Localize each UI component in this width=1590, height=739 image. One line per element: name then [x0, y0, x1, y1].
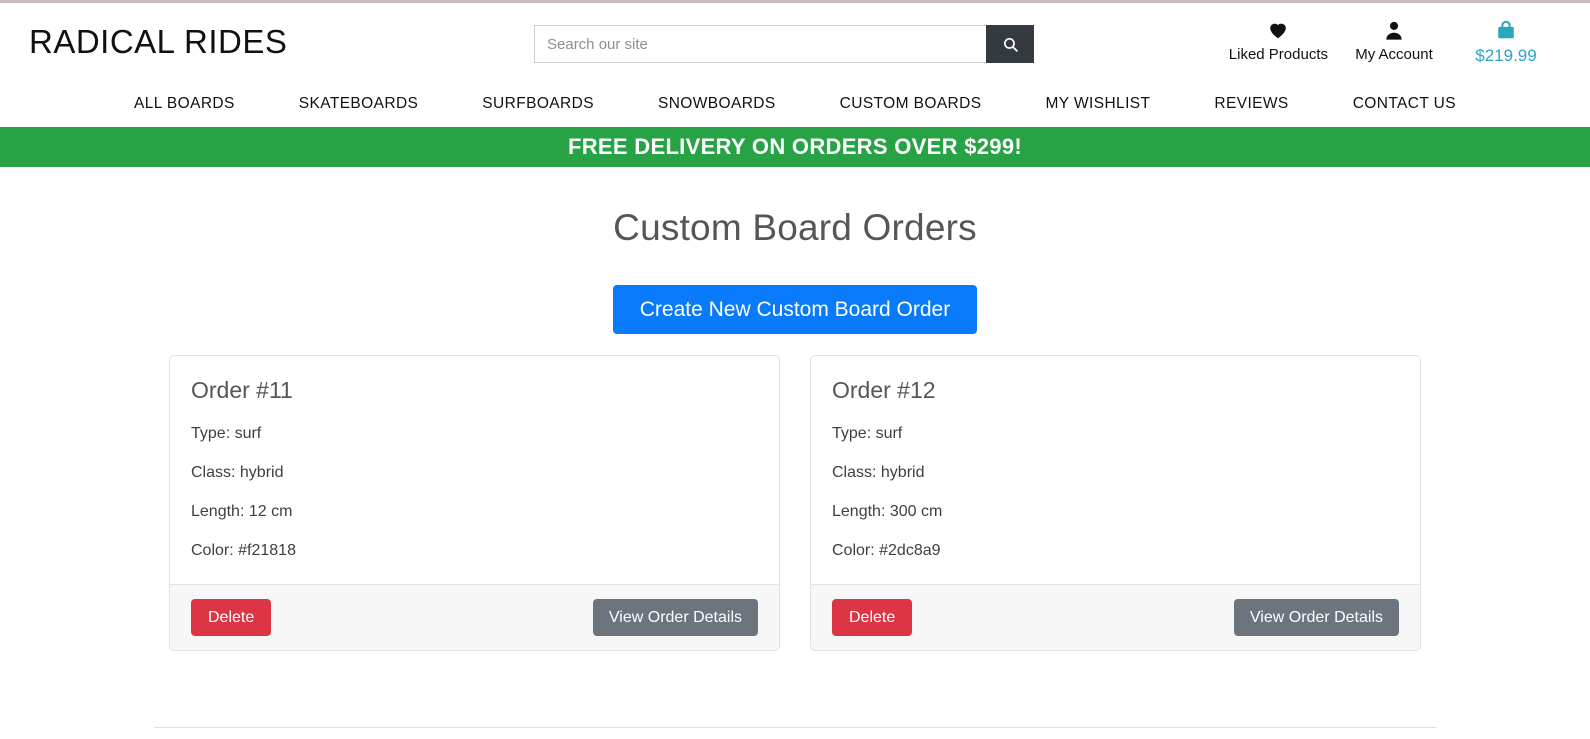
page-root: RADICAL RIDES Liked Product — [0, 0, 1590, 739]
order-card-body: Order #12 Type: surf Class: hybrid Lengt… — [811, 356, 1420, 584]
nav-item-surfboards[interactable]: SURFBOARDS — [450, 95, 626, 113]
order-color: Color: #2dc8a9 — [832, 542, 941, 559]
heart-icon — [1266, 17, 1290, 43]
search-input[interactable] — [534, 25, 986, 63]
my-account-label: My Account — [1355, 46, 1433, 63]
nav-item-snowboards[interactable]: SNOWBOARDS — [626, 95, 808, 113]
nav-item-contact-us[interactable]: CONTACT US — [1321, 95, 1488, 113]
orders-list: Order #11 Type: surf Class: hybrid Lengt… — [169, 355, 1421, 652]
create-order-row: Create New Custom Board Order — [0, 285, 1590, 334]
view-order-details-button[interactable]: View Order Details — [592, 599, 758, 637]
footer-divider — [154, 727, 1436, 729]
shopping-bag-icon — [1495, 17, 1517, 43]
order-class: Class: hybrid — [191, 464, 284, 481]
main-content: Custom Board Orders Create New Custom Bo… — [0, 167, 1590, 729]
order-class: Class: hybrid — [832, 464, 925, 481]
create-new-custom-board-order-button[interactable]: Create New Custom Board Order — [612, 285, 978, 334]
delete-order-button[interactable]: Delete — [191, 599, 272, 637]
order-card-body: Order #11 Type: surf Class: hybrid Lengt… — [170, 356, 779, 584]
promo-banner: FREE DELIVERY ON ORDERS OVER $299! — [0, 127, 1590, 167]
order-card-footer: Delete View Order Details — [811, 584, 1420, 651]
page-title: Custom Board Orders — [613, 207, 977, 248]
liked-products-button[interactable]: Liked Products — [1219, 17, 1338, 63]
order-length: Length: 12 cm — [191, 503, 293, 520]
search-bar — [534, 25, 1034, 63]
cart-total-label: $219.99 — [1475, 46, 1537, 65]
user-icon — [1383, 17, 1405, 43]
nav-item-skateboards[interactable]: SKATEBOARDS — [267, 95, 451, 113]
order-type: Type: surf — [191, 425, 262, 442]
nav-item-custom-boards[interactable]: CUSTOM BOARDS — [808, 95, 1014, 113]
search-button[interactable] — [986, 25, 1034, 63]
view-order-details-button[interactable]: View Order Details — [1233, 599, 1399, 637]
nav-item-all-boards[interactable]: ALL BOARDS — [102, 95, 267, 113]
order-title: Order #11 — [191, 377, 293, 403]
promo-banner-text: FREE DELIVERY ON ORDERS OVER $299! — [568, 134, 1022, 159]
order-color: Color: #f21818 — [191, 542, 296, 559]
my-account-button[interactable]: My Account — [1338, 17, 1450, 63]
search-icon — [1002, 36, 1019, 53]
nav-item-my-wishlist[interactable]: MY WISHLIST — [1014, 95, 1183, 113]
brand-logo[interactable]: RADICAL RIDES — [29, 23, 287, 61]
order-card: Order #11 Type: surf Class: hybrid Lengt… — [169, 355, 780, 652]
order-length: Length: 300 cm — [832, 503, 943, 520]
delete-order-button[interactable]: Delete — [832, 599, 913, 637]
nav-item-reviews[interactable]: REVIEWS — [1182, 95, 1320, 113]
site-header: RADICAL RIDES Liked Product — [0, 3, 1590, 81]
order-title: Order #12 — [832, 377, 936, 403]
order-type: Type: surf — [832, 425, 903, 442]
header-actions: Liked Products My Account $219.99 — [1219, 17, 1562, 66]
order-card-footer: Delete View Order Details — [170, 584, 779, 651]
cart-button[interactable]: $219.99 — [1450, 17, 1562, 66]
liked-products-label: Liked Products — [1228, 46, 1328, 63]
main-navigation: ALL BOARDS SKATEBOARDS SURFBOARDS SNOWBO… — [0, 81, 1590, 127]
order-card: Order #12 Type: surf Class: hybrid Lengt… — [810, 355, 1421, 652]
